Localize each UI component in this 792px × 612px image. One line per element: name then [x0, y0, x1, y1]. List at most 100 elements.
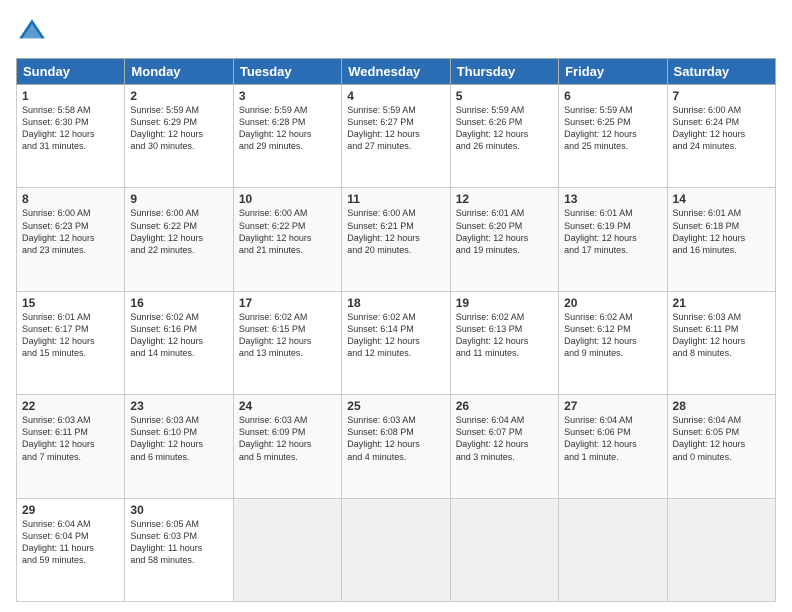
day-info: Sunrise: 6:02 AMSunset: 6:14 PMDaylight:…	[347, 312, 420, 358]
day-number: 30	[130, 503, 227, 517]
day-number: 11	[347, 192, 444, 206]
day-number: 13	[564, 192, 661, 206]
day-number: 6	[564, 89, 661, 103]
calendar-header-thursday: Thursday	[450, 59, 558, 85]
day-info: Sunrise: 6:03 AMSunset: 6:11 PMDaylight:…	[673, 312, 746, 358]
calendar-cell: 14Sunrise: 6:01 AMSunset: 6:18 PMDayligh…	[667, 188, 775, 291]
calendar-week-4: 29 Sunrise: 6:04 AMSunset: 6:04 PMDayligh…	[17, 498, 776, 601]
calendar-cell: 9 Sunrise: 6:00 AMSunset: 6:22 PMDaylight…	[125, 188, 233, 291]
calendar-cell: 21 Sunrise: 6:03 AMSunset: 6:11 PMDayligh…	[667, 291, 775, 394]
calendar-header-friday: Friday	[559, 59, 667, 85]
calendar-cell: 5Sunrise: 5:59 AMSunset: 6:26 PMDaylight…	[450, 85, 558, 188]
day-number: 20	[564, 296, 661, 310]
calendar-cell: 11Sunrise: 6:00 AMSunset: 6:21 PMDayligh…	[342, 188, 450, 291]
calendar-cell	[450, 498, 558, 601]
logo	[16, 16, 52, 48]
day-info: Sunrise: 6:00 AMSunset: 6:24 PMDaylight:…	[673, 105, 746, 151]
calendar-cell: 25 Sunrise: 6:03 AMSunset: 6:08 PMDayligh…	[342, 395, 450, 498]
calendar-header-monday: Monday	[125, 59, 233, 85]
day-info: Sunrise: 6:04 AMSunset: 6:05 PMDaylight:…	[673, 415, 746, 461]
day-info: Sunrise: 5:59 AMSunset: 6:26 PMDaylight:…	[456, 105, 529, 151]
day-number: 25	[347, 399, 444, 413]
logo-icon	[16, 16, 48, 48]
calendar-cell: 7Sunrise: 6:00 AMSunset: 6:24 PMDaylight…	[667, 85, 775, 188]
calendar-cell	[559, 498, 667, 601]
day-info: Sunrise: 5:59 AMSunset: 6:25 PMDaylight:…	[564, 105, 637, 151]
calendar-cell: 30 Sunrise: 6:05 AMSunset: 6:03 PMDayligh…	[125, 498, 233, 601]
calendar-week-0: 1 Sunrise: 5:58 AMSunset: 6:30 PMDaylight…	[17, 85, 776, 188]
day-number: 18	[347, 296, 444, 310]
calendar-cell: 18 Sunrise: 6:02 AMSunset: 6:14 PMDayligh…	[342, 291, 450, 394]
day-info: Sunrise: 6:03 AMSunset: 6:08 PMDaylight:…	[347, 415, 420, 461]
calendar-header-saturday: Saturday	[667, 59, 775, 85]
calendar-cell: 2 Sunrise: 5:59 AMSunset: 6:29 PMDaylight…	[125, 85, 233, 188]
day-number: 2	[130, 89, 227, 103]
day-info: Sunrise: 6:01 AMSunset: 6:18 PMDaylight:…	[673, 208, 746, 254]
calendar-cell: 15 Sunrise: 6:01 AMSunset: 6:17 PMDayligh…	[17, 291, 125, 394]
day-info: Sunrise: 6:02 AMSunset: 6:12 PMDaylight:…	[564, 312, 637, 358]
day-info: Sunrise: 6:04 AMSunset: 6:07 PMDaylight:…	[456, 415, 529, 461]
day-number: 28	[673, 399, 770, 413]
calendar-cell: 1 Sunrise: 5:58 AMSunset: 6:30 PMDaylight…	[17, 85, 125, 188]
day-info: Sunrise: 6:02 AMSunset: 6:15 PMDaylight:…	[239, 312, 312, 358]
calendar-cell: 3Sunrise: 5:59 AMSunset: 6:28 PMDaylight…	[233, 85, 341, 188]
day-info: Sunrise: 5:59 AMSunset: 6:29 PMDaylight:…	[130, 105, 203, 151]
day-info: Sunrise: 5:58 AMSunset: 6:30 PMDaylight:…	[22, 105, 95, 151]
calendar-cell: 26 Sunrise: 6:04 AMSunset: 6:07 PMDayligh…	[450, 395, 558, 498]
day-info: Sunrise: 6:03 AMSunset: 6:10 PMDaylight:…	[130, 415, 203, 461]
calendar-cell: 10 Sunrise: 6:00 AMSunset: 6:22 PMDayligh…	[233, 188, 341, 291]
day-number: 19	[456, 296, 553, 310]
day-number: 15	[22, 296, 119, 310]
calendar-cell: 27 Sunrise: 6:04 AMSunset: 6:06 PMDayligh…	[559, 395, 667, 498]
day-number: 29	[22, 503, 119, 517]
calendar-header-row: SundayMondayTuesdayWednesdayThursdayFrid…	[17, 59, 776, 85]
calendar-header-wednesday: Wednesday	[342, 59, 450, 85]
day-info: Sunrise: 6:01 AMSunset: 6:17 PMDaylight:…	[22, 312, 95, 358]
day-info: Sunrise: 6:05 AMSunset: 6:03 PMDaylight:…	[130, 519, 202, 565]
day-number: 1	[22, 89, 119, 103]
day-info: Sunrise: 6:00 AMSunset: 6:22 PMDaylight:…	[130, 208, 203, 254]
calendar-week-3: 22 Sunrise: 6:03 AMSunset: 6:11 PMDayligh…	[17, 395, 776, 498]
day-number: 21	[673, 296, 770, 310]
day-number: 4	[347, 89, 444, 103]
day-number: 27	[564, 399, 661, 413]
calendar-cell: 19Sunrise: 6:02 AMSunset: 6:13 PMDayligh…	[450, 291, 558, 394]
calendar-cell: 28 Sunrise: 6:04 AMSunset: 6:05 PMDayligh…	[667, 395, 775, 498]
day-info: Sunrise: 5:59 AMSunset: 6:28 PMDaylight:…	[239, 105, 312, 151]
day-info: Sunrise: 6:01 AMSunset: 6:19 PMDaylight:…	[564, 208, 637, 254]
calendar-cell	[342, 498, 450, 601]
day-info: Sunrise: 6:03 AMSunset: 6:11 PMDaylight:…	[22, 415, 95, 461]
day-info: Sunrise: 5:59 AMSunset: 6:27 PMDaylight:…	[347, 105, 420, 151]
calendar-cell: 17 Sunrise: 6:02 AMSunset: 6:15 PMDayligh…	[233, 291, 341, 394]
day-number: 26	[456, 399, 553, 413]
calendar-cell: 29 Sunrise: 6:04 AMSunset: 6:04 PMDayligh…	[17, 498, 125, 601]
calendar-week-1: 8Sunrise: 6:00 AMSunset: 6:23 PMDaylight…	[17, 188, 776, 291]
calendar-cell: 23 Sunrise: 6:03 AMSunset: 6:10 PMDayligh…	[125, 395, 233, 498]
day-number: 12	[456, 192, 553, 206]
day-number: 17	[239, 296, 336, 310]
day-number: 22	[22, 399, 119, 413]
day-info: Sunrise: 6:00 AMSunset: 6:22 PMDaylight:…	[239, 208, 312, 254]
day-info: Sunrise: 6:01 AMSunset: 6:20 PMDaylight:…	[456, 208, 529, 254]
day-info: Sunrise: 6:03 AMSunset: 6:09 PMDaylight:…	[239, 415, 312, 461]
calendar-cell: 20 Sunrise: 6:02 AMSunset: 6:12 PMDayligh…	[559, 291, 667, 394]
calendar-cell: 12 Sunrise: 6:01 AMSunset: 6:20 PMDayligh…	[450, 188, 558, 291]
calendar-cell: 13 Sunrise: 6:01 AMSunset: 6:19 PMDayligh…	[559, 188, 667, 291]
day-info: Sunrise: 6:04 AMSunset: 6:04 PMDaylight:…	[22, 519, 94, 565]
calendar: SundayMondayTuesdayWednesdayThursdayFrid…	[16, 58, 776, 602]
day-number: 10	[239, 192, 336, 206]
calendar-week-2: 15 Sunrise: 6:01 AMSunset: 6:17 PMDayligh…	[17, 291, 776, 394]
calendar-cell: 8Sunrise: 6:00 AMSunset: 6:23 PMDaylight…	[17, 188, 125, 291]
calendar-cell: 6 Sunrise: 5:59 AMSunset: 6:25 PMDaylight…	[559, 85, 667, 188]
day-number: 23	[130, 399, 227, 413]
calendar-cell: 4 Sunrise: 5:59 AMSunset: 6:27 PMDaylight…	[342, 85, 450, 188]
day-number: 8	[22, 192, 119, 206]
day-number: 9	[130, 192, 227, 206]
day-info: Sunrise: 6:02 AMSunset: 6:16 PMDaylight:…	[130, 312, 203, 358]
calendar-header-sunday: Sunday	[17, 59, 125, 85]
calendar-cell: 24Sunrise: 6:03 AMSunset: 6:09 PMDayligh…	[233, 395, 341, 498]
day-info: Sunrise: 6:04 AMSunset: 6:06 PMDaylight:…	[564, 415, 637, 461]
calendar-cell	[667, 498, 775, 601]
calendar-cell	[233, 498, 341, 601]
calendar-header-tuesday: Tuesday	[233, 59, 341, 85]
